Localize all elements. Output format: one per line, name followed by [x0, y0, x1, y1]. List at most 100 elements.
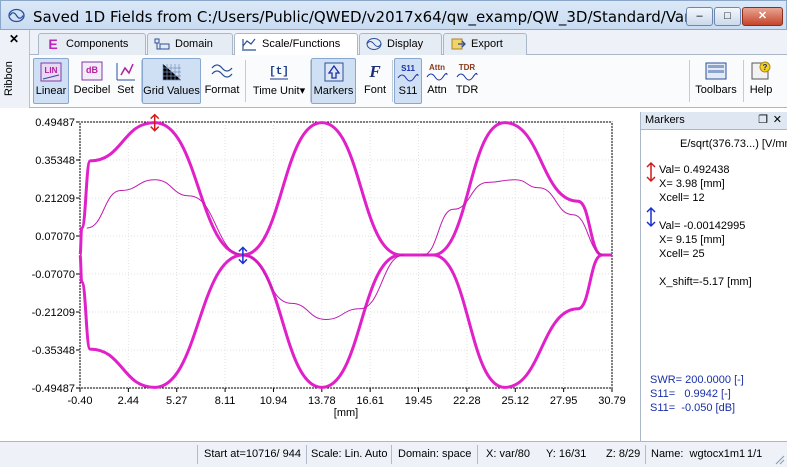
svg-text:?: ?: [763, 63, 768, 72]
tab-display[interactable]: Display: [359, 33, 442, 55]
scale-icon: [242, 38, 256, 51]
svg-text:Attn: Attn: [429, 63, 445, 72]
decibel-button[interactable]: dB Decibel: [71, 58, 113, 104]
field-chart[interactable]: 0.49487 0.35348 0.21209 0.07070 -0.07070 -0.2…: [0, 108, 640, 441]
tab-domain[interactable]: Domain: [147, 33, 233, 55]
x-tick-label: 22.28: [453, 395, 481, 407]
s11-db-value: S11= -0.050 [dB]: [650, 402, 736, 414]
tab-label: Domain: [175, 38, 213, 50]
swr-value: SWR= 200.0000 [-]: [650, 374, 744, 386]
tab-label: Display: [387, 38, 424, 50]
ribbon-label[interactable]: Ribbon: [3, 61, 15, 96]
dropdown-arrow-icon: ▾: [299, 85, 306, 97]
linear-button[interactable]: LIN Linear: [33, 58, 69, 104]
time-unit-button[interactable]: [t] Time Unit▾: [250, 58, 308, 104]
export-icon: [451, 38, 466, 50]
linear-label: Linear: [35, 85, 67, 97]
x-shift: X_shift=-5.17 [mm]: [659, 276, 752, 288]
help-label: Help: [749, 84, 773, 96]
ribbon-toolbar: LIN Linear dB Decibel Set Grid Values Fo…: [30, 55, 787, 108]
status-start: Start at=10716/ 944: [204, 448, 301, 460]
minimize-button[interactable]: –: [686, 7, 713, 26]
x-tick-label: 27.95: [550, 395, 578, 407]
y-tick-label: -0.21209: [32, 307, 75, 319]
y-tick-label: -0.35348: [32, 345, 75, 357]
domain-icon: [154, 38, 170, 50]
status-domain: Domain: space: [398, 448, 472, 460]
time-unit-icon: [t]: [269, 66, 289, 80]
tdr-icon: TDR: [456, 63, 478, 81]
ribbon-sidebar: ✕ Ribbon: [0, 30, 30, 108]
font-icon: F: [368, 62, 381, 81]
decibel-label: Decibel: [73, 84, 111, 96]
attn-label: Attn: [427, 84, 447, 96]
display-icon: [366, 38, 382, 51]
y-tick-label: -0.07070: [32, 269, 75, 281]
status-z: Z: 8/29: [606, 448, 641, 460]
toolbar-separator: [245, 60, 246, 102]
title-bar: Saved 1D Fields from C:/Users/Public/QWE…: [0, 0, 787, 30]
e-letter-icon: E: [48, 36, 58, 53]
y-tick-label: 0.21209: [35, 193, 75, 205]
tab-export[interactable]: Export: [443, 33, 527, 55]
toolbars-label: Toolbars: [695, 84, 737, 96]
format-button[interactable]: Format: [203, 58, 241, 104]
toolbar-separator: [392, 60, 393, 102]
tab-scale-functions[interactable]: Scale/Functions: [234, 33, 358, 56]
marker2-x: X= 9.15 [mm]: [659, 234, 725, 246]
marker1-x: X= 3.98 [mm]: [659, 178, 725, 190]
x-axis-label: [mm]: [334, 407, 358, 419]
grid-values-button[interactable]: Grid Values: [142, 58, 201, 104]
quantity-label: E/sqrt(376.73...) [V/mm]: [680, 138, 787, 150]
ribbon-tabs: E Components Domain Scale/Functions Displ…: [30, 30, 787, 56]
marker2-value: Val= -0.00142995: [659, 220, 746, 232]
status-separator: [391, 445, 392, 464]
status-y: Y: 16/31: [546, 448, 587, 460]
status-bar: Start at=10716/ 944 Scale: Lin. Auto Dom…: [0, 441, 787, 467]
close-icon[interactable]: ✕: [773, 112, 782, 129]
y-tick-label: -0.49487: [32, 383, 75, 395]
marker1-xcell: Xcell= 12: [659, 192, 705, 204]
help-icon: ?: [751, 61, 771, 80]
format-label: Format: [204, 84, 240, 96]
markers-panel-title: Markers: [645, 114, 685, 126]
attn-button[interactable]: Attn Attn: [423, 58, 451, 104]
help-button[interactable]: ? Help: [746, 58, 776, 104]
x-tick-label: 25.12: [502, 395, 530, 407]
toolbars-button[interactable]: Toolbars: [693, 58, 739, 104]
resize-grip-icon[interactable]: [774, 454, 785, 465]
svg-text:[t]: [t]: [269, 66, 289, 78]
x-tick-label: 8.11: [215, 395, 236, 407]
font-button[interactable]: F Font: [360, 58, 390, 104]
svg-text:S11: S11: [401, 64, 415, 73]
lin-icon: LIN: [40, 62, 62, 82]
y-tick-label: 0.35348: [35, 155, 75, 167]
close-button[interactable]: ✕: [742, 7, 783, 26]
marker1-value: Val= 0.492438: [659, 164, 730, 176]
tab-components[interactable]: E Components: [38, 33, 146, 55]
pin-icon[interactable]: ❐: [758, 112, 768, 129]
x-tick-label: 19.45: [405, 395, 433, 407]
toolbar-separator: [743, 60, 744, 102]
time-unit-label: Time Unit: [252, 85, 300, 97]
plot-area[interactable]: 0.49487 0.35348 0.21209 0.07070 -0.07070 -0.2…: [0, 108, 640, 441]
tab-label: Scale/Functions: [262, 38, 341, 50]
maximize-button[interactable]: □: [714, 7, 741, 26]
markers-button[interactable]: Markers: [311, 58, 356, 104]
attn-icon: Attn: [426, 63, 448, 81]
markers-panel: Markers ❐ ✕ E/sqrt(376.73...) [V/mm] Val…: [640, 112, 787, 441]
s11-linear-value: S11= 0.9942 [-]: [650, 388, 731, 400]
status-page: 1/1: [747, 448, 763, 460]
tdr-button[interactable]: TDR TDR: [453, 58, 481, 104]
grid-values-label: Grid Values: [143, 85, 200, 97]
ribbon-close-icon[interactable]: ✕: [9, 32, 19, 46]
s11-button[interactable]: S11 S11: [394, 58, 422, 104]
y-tick-label: 0.07070: [35, 231, 75, 243]
s11-label: S11: [398, 85, 418, 97]
status-name: Name: wgtocx1m1: [651, 448, 746, 460]
markers-panel-header: Markers ❐ ✕: [641, 112, 787, 130]
set-button[interactable]: Set: [114, 58, 137, 104]
app-wave-icon: [8, 8, 25, 23]
svg-text:LIN: LIN: [45, 66, 58, 75]
y-tick-label: 0.49487: [35, 117, 75, 129]
